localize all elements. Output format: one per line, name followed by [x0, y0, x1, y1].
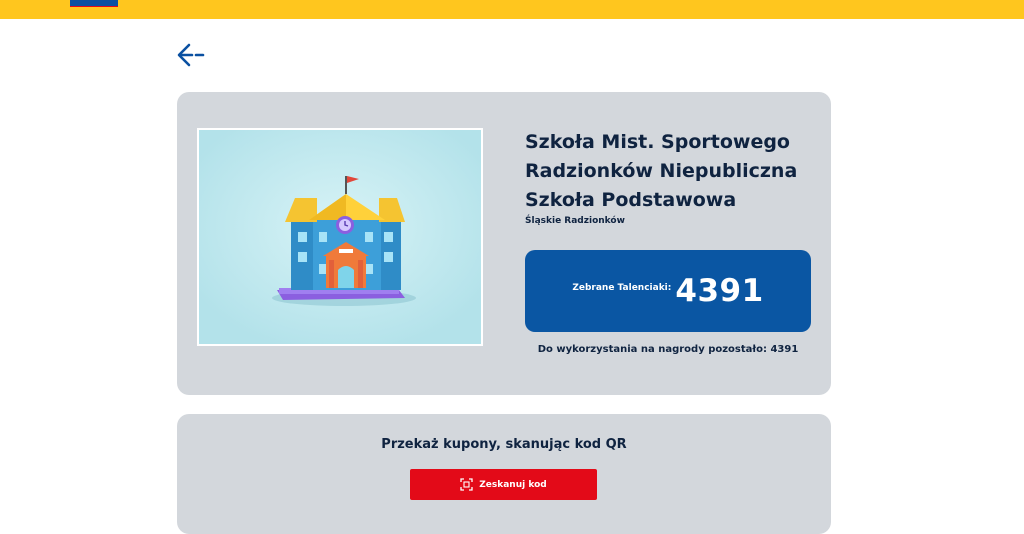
qr-card: Przekaż kupony, skanując kod QR Zeskanuj… — [177, 414, 831, 534]
school-building-icon — [199, 130, 481, 344]
school-name: Szkoła Mist. Sportowego Radzionków Niepu… — [525, 131, 798, 211]
arrow-left-icon — [177, 43, 205, 67]
remaining-rewards-text: Do wykorzystania na nagrody pozostało: 4… — [537, 344, 799, 355]
top-header-bar — [0, 0, 1024, 19]
school-illustration — [197, 128, 483, 346]
qr-instructions: Przekaż kupony, skanując kod QR — [381, 437, 627, 452]
talents-label: Zebrane Talenciaki: — [572, 283, 672, 293]
back-button[interactable] — [176, 40, 206, 70]
qr-scan-icon — [460, 478, 473, 491]
school-card: Szkoła Mist. Sportowego Radzionków Niepu… — [177, 92, 831, 395]
scan-code-label: Zeskanuj kod — [479, 479, 547, 490]
scan-code-button[interactable]: Zeskanuj kod — [410, 469, 597, 500]
lidl-logo[interactable] — [70, 0, 118, 7]
talents-summary-box: Zebrane Talenciaki: 4391 — [525, 250, 811, 332]
school-region: Śląskie Radzionków — [525, 216, 625, 226]
talents-value: 4391 — [675, 273, 764, 309]
